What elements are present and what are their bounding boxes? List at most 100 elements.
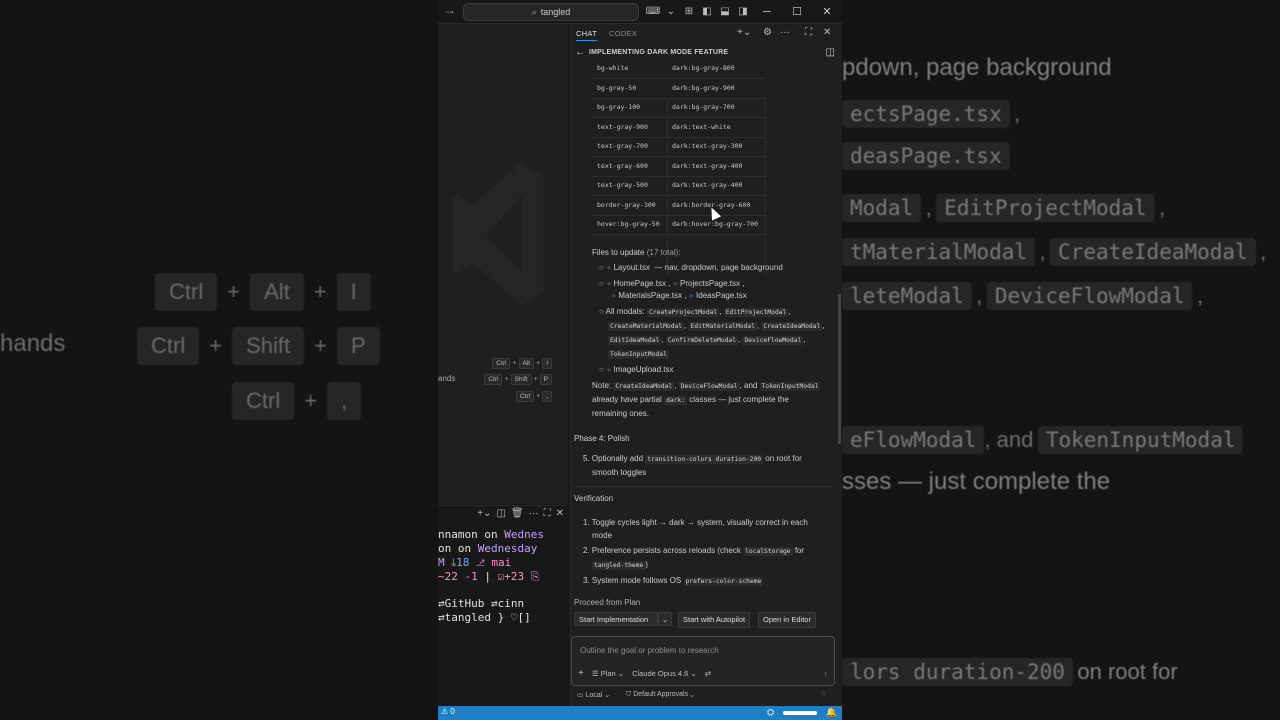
toggle-sidebar-icon[interactable]: ◧ xyxy=(699,4,715,20)
file-link[interactable]: IdeasPage.tsx xyxy=(696,291,747,300)
table-row: border-gray-300 dark:border-gray-600 xyxy=(591,196,766,216)
maximize-icon[interactable]: ⛶ xyxy=(805,27,812,38)
start-implementation-dropdown[interactable]: ⌄ xyxy=(658,612,672,626)
chat-tabs: CHAT CODEX +⌄ ⚙ ··· ⛶ ✕ xyxy=(571,24,842,44)
table-cell-dark: dark:bg-gray-700 xyxy=(672,103,735,111)
verify-1-line-2: mode xyxy=(592,531,613,540)
modals-item: ○ All modals: CreateProjectModal, EditPr… xyxy=(599,307,791,317)
file-link[interactable]: ProjectsPage.tsx xyxy=(680,279,740,288)
table-cell-dark: dark:bg-gray-900 xyxy=(672,83,735,92)
chat-input[interactable]: Outline the goal or problem to research xyxy=(580,646,719,655)
approvals-picker[interactable]: ⛉ Default Approvals ⌄ xyxy=(626,691,694,699)
modals-line-4: TokenInputModal xyxy=(608,350,669,359)
chat-scrollbar[interactable] xyxy=(838,294,841,444)
terminal-segment: Wednesday xyxy=(477,542,538,555)
terminal-panel[interactable]: +⌄ ◫ 🗑 ··· ⛶ ✕ nnamon on Wednes on on Wed… xyxy=(438,505,568,706)
copilot-status-icon[interactable]: ⛭ xyxy=(767,707,774,718)
back-arrow-icon[interactable]: ← xyxy=(575,47,585,58)
react-file-icon: ⚛ xyxy=(688,294,695,300)
verify-2-line-2: tangled-theme) xyxy=(592,560,648,570)
terminal-segment: Wednes xyxy=(504,528,544,541)
chevron-down-icon[interactable]: ⌄ xyxy=(663,4,679,20)
table-cell-light: text-gray-700 xyxy=(597,142,648,150)
terminal-segment: ⎘ xyxy=(530,570,540,583)
terminal-segment: ~22 -1 xyxy=(438,570,485,583)
table-row: hover:bg-gray-50 dark:hover:bg-gray-700 xyxy=(591,215,766,235)
maximize-panel-icon[interactable]: ⛶ xyxy=(544,508,551,519)
spinner-icon: ◌ xyxy=(820,690,825,697)
more-icon[interactable]: ··· xyxy=(529,508,539,519)
verify-1-line-1: 1. Toggle cycles light → dark → system, … xyxy=(583,518,808,527)
usage-meter[interactable] xyxy=(783,711,817,715)
forward-arrow-icon[interactable]: → xyxy=(444,3,456,17)
shortcut-row-2: Ctrl + Shift + P xyxy=(482,373,554,385)
app-window: → ⌕ tangled ⌨ ⌄ ⊞ ◧ ⬓ ◨ ─ ☐ ✕ Ctrl + Alt + I … xyxy=(438,0,842,720)
tab-chat[interactable]: CHAT xyxy=(576,29,598,41)
gear-icon[interactable]: ⚙ xyxy=(763,27,772,38)
minimize-icon[interactable]: ─ xyxy=(752,6,782,18)
file-link[interactable]: MaterialsPage.tsx xyxy=(618,291,682,300)
table-cell-light: border-gray-300 xyxy=(597,200,656,209)
toggle-panel-icon[interactable]: ⬓ xyxy=(717,4,733,20)
plan-actions: Start Implementation ⌄ Start with Autopi… xyxy=(574,612,834,628)
layout-file-item: ○ ⚛ Layout.tsx — nav, dropdown, page back… xyxy=(599,263,783,272)
chat-footer: ▭ Local ⌄ ⛉ Default Approvals ⌄ ◌ xyxy=(571,689,833,703)
chat-input-box[interactable]: Outline the goal or problem to research … xyxy=(571,636,835,686)
split-terminal-icon[interactable]: ◫ xyxy=(496,508,505,519)
close-chat-icon[interactable]: ✕ xyxy=(823,27,831,38)
search-icon: ⌕ xyxy=(531,7,537,17)
title-bar-actions: ⌨ ⌄ ⊞ ◧ ⬓ ◨ ─ ☐ ✕ xyxy=(644,0,842,23)
react-file-icon: ⚛ xyxy=(606,282,612,288)
command-center-search[interactable]: ⌕ tangled xyxy=(463,3,639,21)
send-arrow-icon[interactable]: ↑ xyxy=(824,669,829,679)
layout-icon[interactable]: ⊞ xyxy=(681,4,697,20)
add-context-icon[interactable]: + xyxy=(578,668,584,679)
input-toolbar: + ☰ Plan ⌄ Claude Opus 4.6 ⌄ ⇄ xyxy=(578,668,711,679)
kbd-key: Ctrl xyxy=(515,390,535,402)
close-panel-icon[interactable]: ✕ xyxy=(556,508,564,519)
react-file-icon: ⚛ xyxy=(672,282,678,288)
start-implementation-button[interactable]: Start Implementation xyxy=(574,612,658,626)
kbd-key: Alt xyxy=(518,357,535,369)
table-cell-dark: dark:text-gray-400 xyxy=(672,181,743,189)
vscode-watermark-icon xyxy=(453,162,544,306)
title-bar: → ⌕ tangled ⌨ ⌄ ⊞ ◧ ⬓ ◨ ─ ☐ ✕ xyxy=(438,0,842,24)
maximize-icon[interactable]: ☐ xyxy=(782,5,812,18)
start-autopilot-button[interactable]: Start with Autopilot xyxy=(678,612,751,628)
trash-icon[interactable]: 🗑 xyxy=(511,508,524,519)
chat-content: bg-white dark:bg-gray-800 bg-gray-50 dark:b… xyxy=(571,62,836,642)
new-chat-icon[interactable]: +⌄ xyxy=(737,27,751,38)
toggle-secondary-sidebar-icon[interactable]: ◨ xyxy=(735,4,751,20)
bg-shortcut-row-3: Ctrl +, xyxy=(232,382,362,420)
copilot-icon[interactable]: ⌨ xyxy=(645,4,661,20)
kbd-key: I xyxy=(542,357,552,369)
note-line-1: Note: CreateIdeaModal, DeviceFlowModal, … xyxy=(592,381,821,391)
local-picker[interactable]: ▭ Local ⌄ xyxy=(577,691,610,699)
terminal-segment: ⎇ mai xyxy=(475,556,512,569)
problems-indicator[interactable]: ⚠ 0 xyxy=(441,707,455,716)
close-icon[interactable]: ✕ xyxy=(812,5,842,18)
pages-file-item-2: ⚛ MaterialsPage.tsx , ⚛ IdeasPage.tsx xyxy=(611,291,747,300)
table-row: text-gray-900 dark:text-white xyxy=(591,118,766,138)
file-link[interactable]: HomePage.tsx xyxy=(613,279,665,288)
shortcut-label: ands xyxy=(438,374,456,383)
bell-icon[interactable]: 🔔 xyxy=(826,707,837,718)
panel-toggle-icon[interactable]: ◫ xyxy=(826,47,835,58)
note-line-2: already have partial dark: classes — jus… xyxy=(592,395,789,405)
tab-codex[interactable]: CODEX xyxy=(609,29,637,38)
more-icon[interactable]: ··· xyxy=(780,27,790,38)
terminal-segment: ⇄tangled } ♡[] xyxy=(438,611,531,624)
open-in-editor-button[interactable]: Open in Editor xyxy=(758,612,816,628)
tools-icon[interactable]: ⇄ xyxy=(705,669,711,678)
file-link[interactable]: ImageUpload.tsx xyxy=(613,365,673,374)
divider xyxy=(573,486,831,487)
model-picker[interactable]: Claude Opus 4.6 ⌄ xyxy=(632,669,697,678)
new-terminal-icon[interactable]: +⌄ xyxy=(477,508,491,519)
table-cell-dark: dark:text-gray-400 xyxy=(672,161,743,170)
kbd-key: P xyxy=(539,373,552,385)
file-link[interactable]: Layout.tsx xyxy=(613,263,649,272)
bg-line-8: sses — just complete the xyxy=(842,468,1111,495)
mode-picker[interactable]: ☰ Plan ⌄ xyxy=(592,669,624,678)
verify-3: 3. System mode follows OS prefers-color-… xyxy=(583,576,764,586)
table-cell-light: bg-gray-50 xyxy=(597,83,637,92)
